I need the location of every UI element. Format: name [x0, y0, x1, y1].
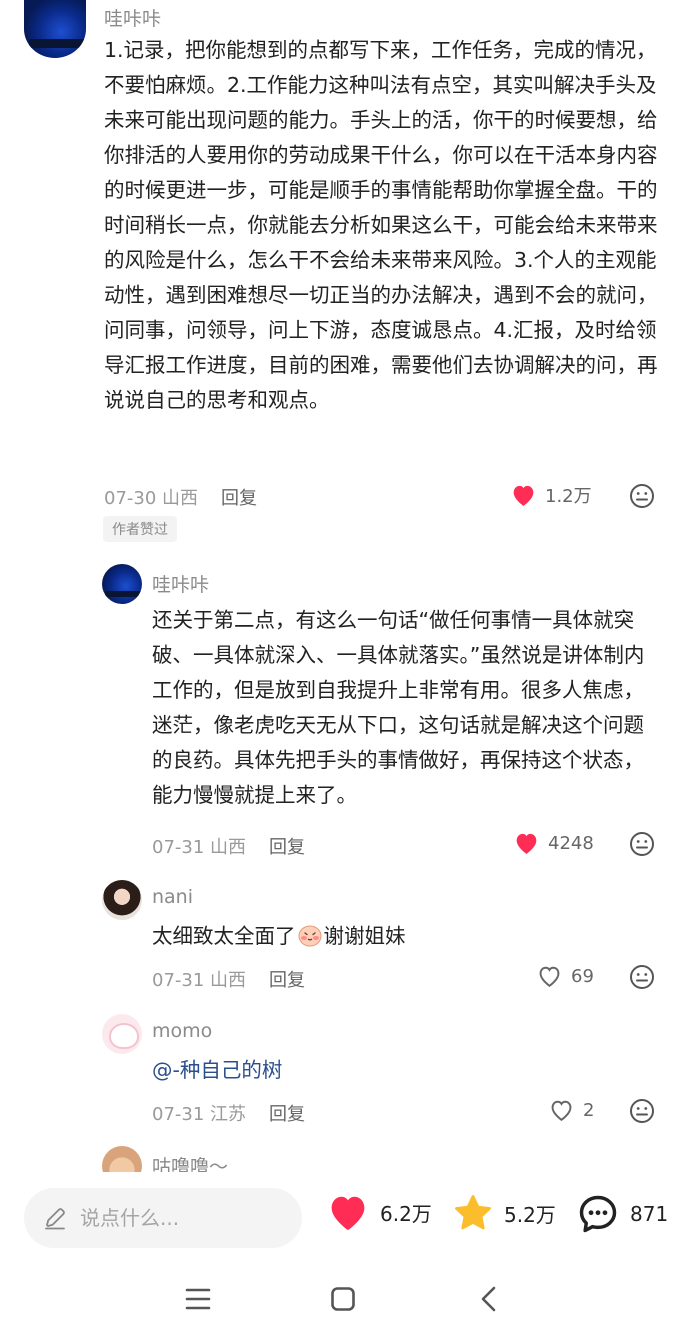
- comment-post-button[interactable]: 871: [576, 1192, 668, 1236]
- comment-date-location: 07-31 山西: [152, 837, 247, 858]
- reply-button[interactable]: 回复: [269, 833, 305, 859]
- heart-outline-icon: [551, 1100, 572, 1122]
- emoji-reply-icon[interactable]: [629, 483, 655, 509]
- reply-button[interactable]: 回复: [269, 966, 305, 992]
- comment-text: @-种自己的树: [152, 1053, 662, 1088]
- like-count: 2: [583, 1099, 595, 1121]
- comment-text: 1.记录，把你能想到的点都写下来，工作任务，完成的情况，不要怕麻烦。2.工作能力…: [104, 38, 658, 412]
- comment-date-location: 07-30 山西: [104, 488, 199, 509]
- comment-username[interactable]: nani: [152, 886, 193, 908]
- comment-input-box[interactable]: [24, 1188, 302, 1248]
- comment-date-location: 07-31 山西: [152, 970, 247, 991]
- favorite-post-button[interactable]: 5.2万: [452, 1192, 556, 1234]
- comment-text: 太细致太全面了 谢谢姐妹: [152, 919, 662, 954]
- reply-button[interactable]: 回复: [221, 484, 257, 510]
- post-favorite-count: 5.2万: [504, 1202, 556, 1227]
- comment-text: 还关于第二点，有这么一句话“做任何事情一具体就突破、一具体就深入、一具体就落实。…: [152, 608, 645, 807]
- comment-input[interactable]: [78, 1205, 282, 1231]
- heart-filled-icon: [516, 833, 537, 854]
- like-count: 4248: [548, 832, 594, 854]
- author-liked-badge: 作者赞过: [103, 516, 177, 542]
- like-button[interactable]: 1.2万: [510, 482, 592, 508]
- comment-username[interactable]: momo: [152, 1020, 212, 1042]
- emoji-reply-icon[interactable]: [629, 831, 655, 857]
- system-navigation-bar: [0, 1264, 690, 1330]
- comment-username[interactable]: 哇咔咔: [104, 4, 161, 31]
- comment-date-location: 07-31 江苏: [152, 1104, 247, 1125]
- avatar[interactable]: [102, 1014, 142, 1054]
- heart-filled-icon: [513, 485, 534, 506]
- comment-bubble-icon: [579, 1195, 617, 1233]
- menu-icon[interactable]: [184, 1286, 212, 1312]
- heart-filled-icon: [331, 1196, 365, 1231]
- like-button[interactable]: 4248: [513, 831, 594, 855]
- like-button[interactable]: 69: [536, 964, 594, 988]
- emoji-reply-icon[interactable]: [629, 1098, 655, 1124]
- comment-username[interactable]: 哇咔咔: [152, 570, 209, 597]
- reply-button[interactable]: 回复: [269, 1100, 305, 1126]
- pen-icon: [45, 1208, 65, 1230]
- emoji-reply-icon[interactable]: [629, 964, 655, 990]
- comment-text-part: 太细致太全面了: [152, 924, 296, 948]
- blushing-face-emoji-icon: [298, 925, 321, 947]
- post-comment-count: 871: [630, 1202, 669, 1226]
- like-count: 1.2万: [545, 486, 592, 507]
- comment-text-part: 谢谢姐妹: [323, 924, 406, 948]
- heart-outline-icon: [539, 966, 560, 988]
- star-filled-icon: [455, 1195, 491, 1230]
- like-button[interactable]: 2: [548, 1098, 594, 1122]
- mention-link[interactable]: @-种自己的树: [152, 1058, 282, 1082]
- avatar[interactable]: [102, 880, 142, 920]
- home-icon[interactable]: [330, 1286, 356, 1312]
- avatar[interactable]: [102, 564, 142, 604]
- like-post-button[interactable]: 6.2万: [326, 1192, 432, 1232]
- back-icon[interactable]: [478, 1286, 500, 1312]
- post-like-count: 6.2万: [380, 1201, 432, 1226]
- avatar[interactable]: [24, 0, 86, 58]
- bottom-action-bar: 6.2万 5.2万 871: [0, 1172, 690, 1264]
- like-count: 69: [571, 965, 594, 987]
